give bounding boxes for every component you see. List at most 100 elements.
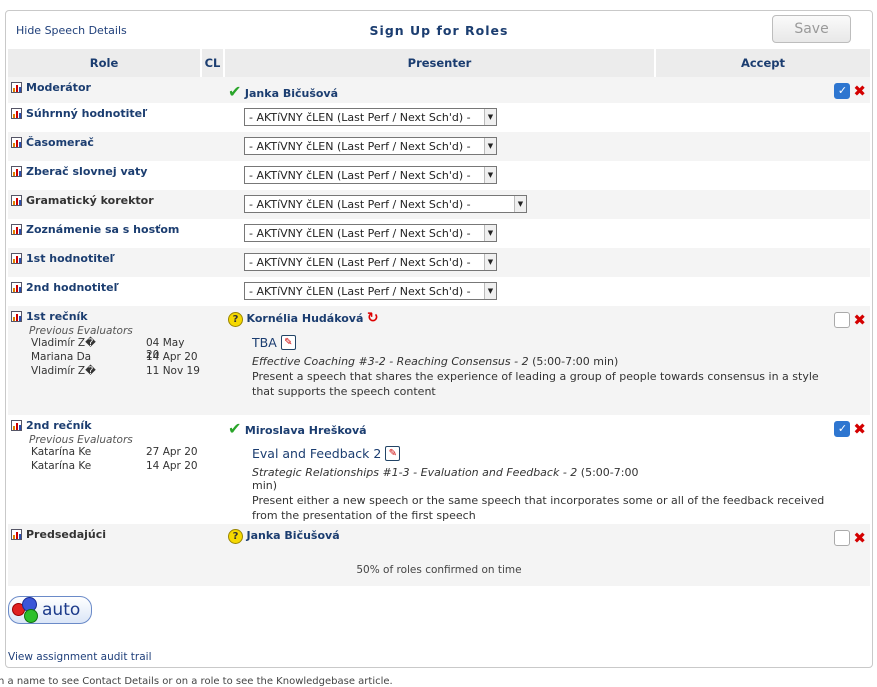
role-row: 2nd rečník Previous Evaluators Katarína Ke…: [8, 415, 870, 524]
accept-cell: [655, 277, 870, 306]
member-select-value: - AKTíVNY čLEN (Last Perf / Next Sch'd) …: [249, 198, 471, 211]
accept-checkbox[interactable]: ✓: [834, 421, 851, 437]
cl-cell: [201, 190, 224, 219]
bar-chart-icon[interactable]: [11, 195, 22, 206]
bar-chart-icon[interactable]: [11, 108, 22, 119]
role-cell: Súhrnný hodnotiteľ: [8, 103, 201, 132]
cl-cell: [201, 77, 224, 103]
presenter-cell: ? Kornélia Hudáková ↻ TBA ✎ Effective Coach…: [224, 306, 819, 415]
role-row: 1st rečník Previous Evaluators Vladimír Z�…: [8, 306, 870, 415]
speech-project: Effective Coaching #3-2 - Reaching Conse…: [224, 350, 655, 368]
bar-chart-icon[interactable]: [11, 82, 22, 93]
cl-cell: [201, 415, 224, 524]
audit-trail-link[interactable]: View assignment audit trail: [8, 651, 152, 663]
cl-cell: [201, 277, 224, 306]
checkmark-icon: ✔: [228, 419, 242, 438]
role-name[interactable]: 1st rečník: [26, 310, 88, 323]
role-row: Predsedajúci? Janka Bičušová ✖: [8, 524, 870, 553]
member-select[interactable]: - AKTíVNY čLEN (Last Perf / Next Sch'd) …: [244, 137, 497, 155]
swap-arrow-icon[interactable]: ↻: [367, 310, 379, 326]
presenter-cell: - AKTíVNY čLEN (Last Perf / Next Sch'd) …: [224, 103, 655, 132]
chevron-down-icon: ▼: [484, 283, 496, 299]
question-icon: ?: [228, 312, 243, 327]
bar-chart-icon[interactable]: [11, 137, 22, 148]
column-header-accept[interactable]: Accept: [655, 49, 870, 77]
presenter-cell: - AKTíVNY čLEN (Last Perf / Next Sch'd) …: [224, 248, 655, 277]
role-cell: Gramatický korektor: [8, 190, 201, 219]
role-name[interactable]: 2nd rečník: [26, 419, 92, 432]
role-cell: 1st hodnotiteľ: [8, 248, 201, 277]
evaluation-date: 14 Apr 20: [146, 460, 198, 472]
edit-icon[interactable]: ✎: [280, 335, 296, 350]
chevron-down-icon: ▼: [484, 167, 496, 183]
column-header-role[interactable]: Role: [8, 49, 202, 77]
accept-checkbox[interactable]: ✓: [834, 83, 851, 99]
role-row: 1st hodnotiteľ - AKTíVNY čLEN (Last Perf …: [8, 248, 870, 277]
role-cell: Časomerač: [8, 132, 201, 161]
bar-chart-icon[interactable]: [11, 166, 22, 177]
role-name[interactable]: Súhrnný hodnotiteľ: [26, 107, 147, 120]
speech-title[interactable]: TBA: [252, 335, 277, 350]
member-select[interactable]: - AKTíVNY čLEN (Last Perf / Next Sch'd) …: [244, 108, 497, 126]
roles-confirmed-summary: 50% of roles confirmed on time: [8, 553, 870, 586]
role-row: 2nd hodnotiteľ - AKTíVNY čLEN (Last Perf …: [8, 277, 870, 306]
cl-cell: [201, 103, 224, 132]
presenter-name[interactable]: Miroslava Hrešková: [245, 424, 367, 437]
decline-icon[interactable]: ✖: [853, 311, 866, 329]
accept-cell: ✖: [655, 524, 870, 553]
accept-cell: ✓ ✖: [655, 77, 870, 103]
chevron-down-icon: ▼: [514, 196, 526, 212]
decline-icon[interactable]: ✖: [853, 420, 866, 438]
role-name[interactable]: Moderátor: [26, 81, 91, 94]
bar-chart-icon[interactable]: [11, 282, 22, 293]
presenter-name[interactable]: Kornélia Hudáková: [247, 312, 364, 325]
save-button[interactable]: Save: [772, 15, 851, 43]
checkmark-icon: ✔: [228, 82, 242, 101]
bar-chart-icon[interactable]: [11, 224, 22, 235]
previous-evaluator: Mariana Da 14 Apr 20: [31, 351, 201, 365]
decline-icon[interactable]: ✖: [853, 82, 866, 100]
column-header-cl[interactable]: CL: [201, 49, 225, 77]
column-header-presenter[interactable]: Presenter: [224, 49, 656, 77]
role-name[interactable]: Predsedajúci: [26, 528, 106, 541]
bar-chart-icon[interactable]: [11, 420, 22, 431]
role-cell: Predsedajúci: [8, 524, 201, 553]
role-row: Gramatický korektor - AKTíVNY čLEN (Last …: [8, 190, 870, 219]
evaluation-date: 27 Apr 20: [146, 446, 198, 458]
role-cell: 1st rečník Previous Evaluators Vladimír Z�…: [8, 306, 201, 415]
auto-label: auto: [42, 600, 81, 620]
role-name[interactable]: Časomerač: [26, 136, 94, 149]
page-title: Sign Up for Roles: [369, 23, 509, 38]
accept-checkbox[interactable]: [834, 530, 851, 546]
cl-cell: [201, 248, 224, 277]
role-name[interactable]: Gramatický korektor: [26, 194, 154, 207]
edit-icon[interactable]: ✎: [385, 446, 401, 461]
previous-evaluators-label: Previous Evaluators: [29, 325, 133, 337]
member-select[interactable]: - AKTíVNY čLEN (Last Perf / Next Sch'd) …: [244, 195, 527, 213]
role-name[interactable]: Zberač slovnej vaty: [26, 165, 147, 178]
cl-cell: [201, 306, 224, 415]
role-row: Časomerač - AKTíVNY čLEN (Last Perf / Nex…: [8, 132, 870, 161]
bar-chart-icon[interactable]: [11, 529, 22, 540]
bar-chart-icon[interactable]: [11, 253, 22, 264]
member-select[interactable]: - AKTíVNY čLEN (Last Perf / Next Sch'd) …: [244, 282, 497, 300]
role-row: Moderátor ✔ Janka Bičušová ✓ ✖: [8, 77, 870, 103]
member-select[interactable]: - AKTíVNY čLEN (Last Perf / Next Sch'd) …: [244, 253, 497, 271]
cl-cell: [201, 524, 224, 553]
speech-title[interactable]: Eval and Feedback 2: [252, 446, 381, 461]
member-select[interactable]: - AKTíVNY čLEN (Last Perf / Next Sch'd) …: [244, 224, 497, 242]
role-name[interactable]: 1st hodnotiteľ: [26, 252, 115, 265]
role-name[interactable]: 2nd hodnotiteľ: [26, 281, 119, 294]
previous-evaluators-label: Previous Evaluators: [29, 434, 133, 446]
decline-icon[interactable]: ✖: [853, 529, 866, 547]
member-select[interactable]: - AKTíVNY čLEN (Last Perf / Next Sch'd) …: [244, 166, 497, 184]
member-select-value: - AKTíVNY čLEN (Last Perf / Next Sch'd) …: [249, 256, 471, 269]
bar-chart-icon[interactable]: [11, 311, 22, 322]
auto-assign-button[interactable]: auto: [8, 596, 92, 624]
accept-checkbox[interactable]: [834, 312, 851, 328]
project-name: Strategic Relationships #1-3 - Evaluatio…: [252, 466, 578, 479]
role-name[interactable]: Zoznámenie sa s hosťom: [26, 223, 179, 236]
chevron-down-icon: ▼: [484, 254, 496, 270]
presenter-name[interactable]: Janka Bičušová: [245, 87, 338, 100]
presenter-name[interactable]: Janka Bičušová: [247, 529, 340, 542]
